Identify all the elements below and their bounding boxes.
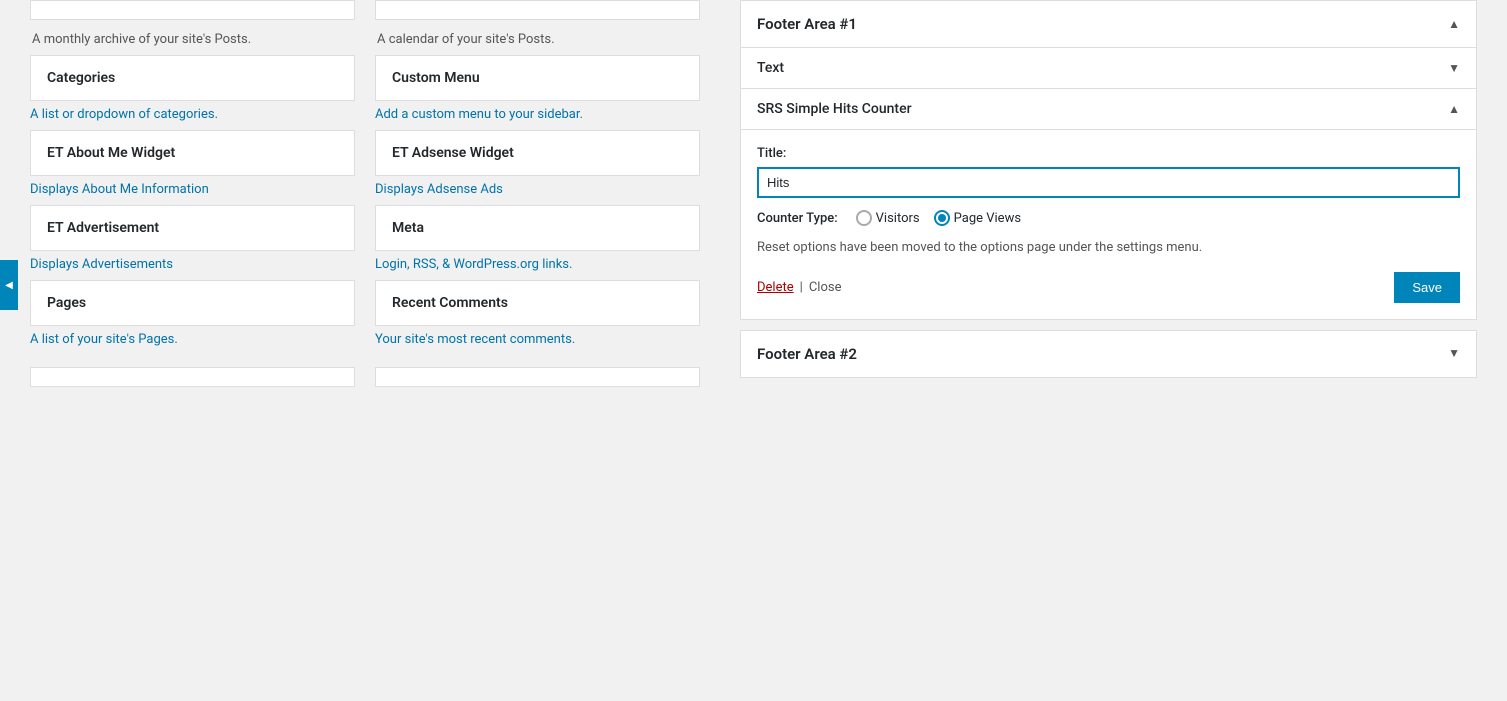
stub-card-3 [30, 367, 355, 387]
title-field-group: Title: [757, 146, 1460, 198]
counter-type-row: Counter Type: Visitors Page Views [757, 210, 1460, 226]
widget-title-meta: Meta [392, 220, 683, 236]
widget-desc-meta: Login, RSS, & WordPress.org links. [375, 257, 700, 272]
radio-visitors[interactable]: Visitors [856, 210, 920, 226]
widget-grid: Categories A list or dropdown of categor… [30, 55, 700, 355]
widget-desc-custom-menu: Add a custom menu to your sidebar. [375, 107, 700, 122]
widget-desc-et-about-me: Displays About Me Information [30, 182, 355, 197]
widget-title-custom-menu: Custom Menu [392, 70, 683, 86]
widget-links: Delete | Close [757, 280, 841, 295]
footer-area-1-title: Footer Area #1 [757, 15, 857, 33]
title-input[interactable] [757, 167, 1460, 198]
widget-desc-pages: A list of your site's Pages. [30, 332, 355, 347]
widget-desc-et-advertisement: Displays Advertisements [30, 257, 355, 272]
text-widget-expand-icon [1448, 61, 1460, 76]
widget-desc-recent-comments: Your site's most recent comments. [375, 332, 700, 347]
widget-desc-et-adsense: Displays Adsense Ads [375, 182, 700, 197]
widget-card-et-about-me[interactable]: ET About Me Widget [30, 130, 355, 176]
srs-widget-body: Title: Counter Type: Visitors Page Views [741, 129, 1476, 319]
radio-page-views-label: Page Views [954, 211, 1021, 226]
right-panel: Footer Area #1 Text SRS Simple Hits Coun… [720, 0, 1507, 701]
widget-card-meta[interactable]: Meta [375, 205, 700, 251]
widget-title-categories: Categories [47, 70, 338, 86]
title-field-label: Title: [757, 146, 1460, 161]
text-widget-title: Text [757, 60, 784, 76]
counter-type-label: Counter Type: [757, 211, 838, 226]
close-link[interactable]: Close [809, 280, 842, 295]
stub-card-1 [30, 0, 355, 20]
srs-widget-header[interactable]: SRS Simple Hits Counter [741, 88, 1476, 129]
footer-area-2-header[interactable]: Footer Area #2 [741, 331, 1476, 377]
widget-card-categories[interactable]: Categories [30, 55, 355, 101]
widget-actions: Delete | Close Save [757, 272, 1460, 303]
radio-page-views[interactable]: Page Views [934, 210, 1021, 226]
text-widget-row[interactable]: Text [741, 47, 1476, 88]
widget-title-recent-comments: Recent Comments [392, 295, 683, 311]
srs-widget-collapse-icon [1448, 102, 1460, 117]
radio-page-views-circle [934, 210, 950, 226]
widget-title-et-advertisement: ET Advertisement [47, 220, 338, 236]
widget-card-pages[interactable]: Pages [30, 280, 355, 326]
footer-area-2: Footer Area #2 [740, 330, 1477, 378]
radio-visitors-circle [856, 210, 872, 226]
delete-link[interactable]: Delete [757, 280, 794, 295]
stub-card-4 [375, 367, 700, 387]
footer-area-1: Footer Area #1 Text SRS Simple Hits Coun… [740, 0, 1477, 320]
widget-list-panel: A monthly archive of your site's Posts. … [0, 0, 720, 701]
footer-area-1-header[interactable]: Footer Area #1 [741, 1, 1476, 47]
widget-card-et-advertisement[interactable]: ET Advertisement [30, 205, 355, 251]
widget-card-et-adsense[interactable]: ET Adsense Widget [375, 130, 700, 176]
widget-desc-categories: A list or dropdown of categories. [30, 107, 355, 122]
stub-card-2 [375, 0, 700, 20]
save-button[interactable]: Save [1394, 272, 1460, 303]
widget-title-et-about-me: ET About Me Widget [47, 145, 338, 161]
widget-title-pages: Pages [47, 295, 338, 311]
calendar-desc: A calendar of your site's Posts. [375, 32, 700, 47]
srs-widget-title: SRS Simple Hits Counter [757, 101, 912, 117]
radio-visitors-label: Visitors [876, 211, 920, 226]
widget-card-recent-comments[interactable]: Recent Comments [375, 280, 700, 326]
reset-note: Reset options have been moved to the opt… [757, 238, 1460, 258]
widget-title-et-adsense: ET Adsense Widget [392, 145, 683, 161]
footer-area-2-expand-icon [1448, 346, 1460, 361]
archive-desc: A monthly archive of your site's Posts. [30, 32, 355, 47]
widget-card-custom-menu[interactable]: Custom Menu [375, 55, 700, 101]
side-tab[interactable] [0, 260, 18, 310]
link-separator: | [800, 280, 803, 295]
footer-area-1-collapse-icon [1448, 17, 1460, 32]
footer-area-2-title: Footer Area #2 [757, 345, 857, 363]
